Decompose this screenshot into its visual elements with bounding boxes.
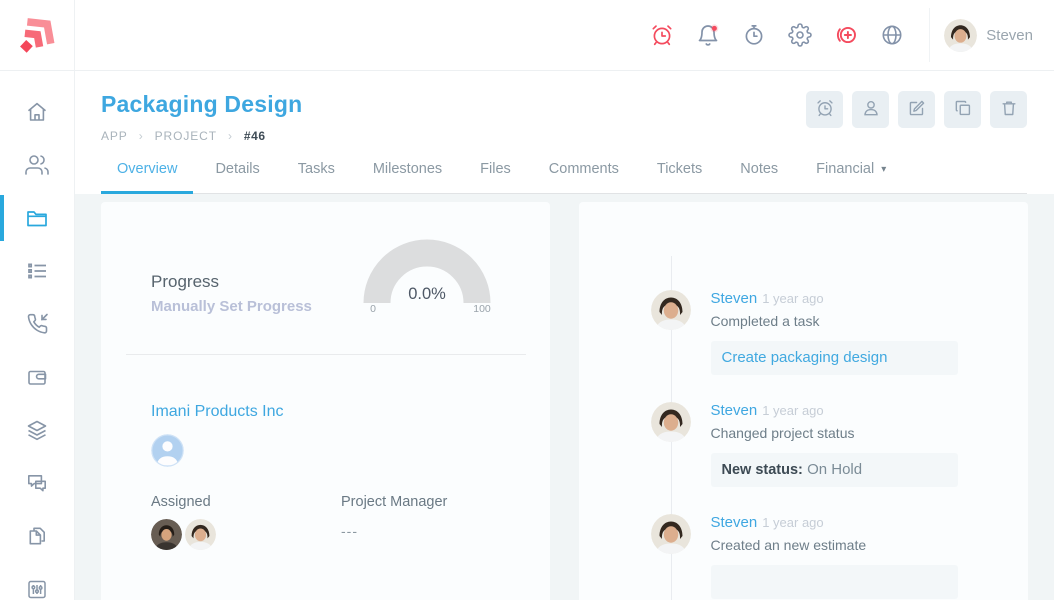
app-logo-icon[interactable]	[13, 11, 61, 59]
settings-gear-icon[interactable]	[788, 23, 813, 47]
client-name-link[interactable]: Imani Products Inc	[151, 403, 500, 421]
header-actions: Steven	[628, 0, 1054, 70]
progress-gauge: 0.0% 0 100	[363, 239, 491, 313]
gauge-min-label: 0	[370, 303, 376, 313]
timeline-user-link[interactable]: Steven	[711, 402, 758, 419]
timeline-timestamp: 1 year ago	[762, 291, 824, 306]
main-content: Packaging Design APP › PROJECT › #46 Ove…	[75, 71, 1054, 600]
timeline-task-link[interactable]: Create packaging design	[710, 341, 958, 375]
header-divider	[0, 70, 1054, 71]
project-manager-label: Project Manager	[341, 494, 448, 510]
overview-cards: Progress Manually Set Progress 0.0% 0 10…	[75, 194, 1054, 600]
alarm-clock-icon[interactable]	[650, 23, 674, 47]
timeline-entry: Steven 1 year ago Created an new estimate	[579, 514, 1029, 600]
project-manager-value: ---	[341, 523, 358, 539]
timeline-detail-box	[710, 565, 958, 599]
activity-timeline: Steven 1 year ago Completed a task Create…	[579, 202, 1029, 600]
sidebar	[0, 0, 75, 600]
tab-milestones[interactable]: Milestones	[357, 161, 458, 194]
project-tabs: Overview Details Tasks Milestones Files …	[101, 161, 1027, 194]
tab-financial[interactable]: Financial ▾	[800, 161, 902, 194]
trash-icon	[999, 98, 1019, 121]
sidebar-item-payments[interactable]	[0, 365, 73, 389]
gauge-value-label: 0.0%	[408, 285, 446, 303]
tab-notes[interactable]: Notes	[724, 161, 794, 194]
header-separator	[929, 8, 931, 62]
time-tracker-icon[interactable]	[742, 23, 766, 47]
breadcrumb-separator: ›	[138, 129, 144, 143]
assigned-avatars	[151, 519, 341, 550]
timeline-action: Completed a task	[710, 313, 820, 329]
sidebar-item-documents[interactable]	[0, 524, 73, 548]
page-header: Packaging Design APP › PROJECT › #46 Ove…	[75, 71, 1054, 194]
edit-button[interactable]	[898, 91, 935, 128]
sidebar-item-tasks[interactable]	[0, 259, 73, 283]
copy-icon	[953, 98, 973, 121]
quick-add-icon[interactable]	[834, 23, 858, 47]
edit-pencil-icon	[907, 98, 927, 121]
assigned-label: Assigned	[151, 494, 211, 510]
page-title: Packaging Design	[101, 91, 303, 117]
app-window: Steven Packaging Design APP › PROJECT › …	[0, 0, 1054, 600]
assigned-user-avatar[interactable]	[151, 519, 182, 550]
tab-tasks[interactable]: Tasks	[282, 161, 351, 194]
breadcrumb-current: #46	[243, 129, 266, 143]
timeline-action: Created an new estimate	[710, 537, 867, 553]
sidebar-item-layers[interactable]	[0, 418, 73, 442]
breadcrumb-app[interactable]: APP	[101, 129, 128, 143]
sidebar-item-projects[interactable]	[0, 195, 73, 241]
notifications-bell-icon[interactable]	[696, 23, 720, 47]
duplicate-button[interactable]	[944, 91, 981, 128]
assign-user-button[interactable]	[852, 91, 889, 128]
progress-title: Progress	[151, 272, 220, 291]
language-globe-icon[interactable]	[880, 23, 904, 47]
breadcrumb-project[interactable]: PROJECT	[155, 129, 217, 143]
activity-card: Steven 1 year ago Completed a task Create…	[578, 202, 1029, 600]
tab-comments[interactable]: Comments	[533, 161, 635, 194]
timeline-action: Changed project status	[710, 425, 855, 441]
timeline-entry: Steven 1 year ago Completed a task Create…	[579, 290, 1029, 378]
sidebar-nav	[0, 100, 73, 600]
timeline-status-box: New status: On Hold	[710, 453, 958, 487]
user-avatar[interactable]	[651, 514, 691, 554]
gauge-max-label: 100	[473, 303, 491, 313]
header-user-name[interactable]: Steven	[986, 27, 1033, 44]
timeline-timestamp: 1 year ago	[762, 515, 824, 530]
user-avatar[interactable]	[651, 402, 691, 442]
progress-subtitle: Manually Set Progress	[151, 298, 312, 315]
user-avatar[interactable]	[944, 19, 977, 52]
sidebar-item-settings-sliders[interactable]	[0, 577, 73, 600]
tab-files[interactable]: Files	[464, 161, 527, 194]
timeline-user-link[interactable]: Steven	[711, 514, 758, 531]
page-action-buttons	[806, 91, 1027, 128]
tab-overview[interactable]: Overview	[101, 161, 194, 194]
breadcrumb-separator: ›	[227, 129, 233, 143]
timeline-timestamp: 1 year ago	[762, 403, 824, 418]
tab-details[interactable]: Details	[199, 161, 275, 194]
timeline-user-link[interactable]: Steven	[711, 290, 758, 307]
progress-card: Progress Manually Set Progress 0.0% 0 10…	[101, 202, 550, 600]
chevron-down-icon: ▾	[881, 163, 887, 175]
status-value: On Hold	[807, 461, 863, 478]
sidebar-item-home[interactable]	[0, 100, 73, 124]
timeline-entry: Steven 1 year ago Changed project status …	[579, 402, 1029, 490]
assigned-user-avatar[interactable]	[185, 519, 216, 550]
status-label: New status:	[721, 462, 803, 478]
sidebar-item-contacts[interactable]	[0, 153, 73, 177]
alarm-clock-icon	[815, 98, 835, 121]
breadcrumb: APP › PROJECT › #46	[101, 129, 302, 143]
delete-button[interactable]	[990, 91, 1027, 128]
user-icon	[861, 98, 881, 121]
tab-tickets[interactable]: Tickets	[641, 161, 718, 194]
sidebar-item-calls[interactable]	[0, 312, 73, 336]
reminder-button[interactable]	[806, 91, 843, 128]
sidebar-item-messages[interactable]	[0, 471, 73, 495]
client-avatar[interactable]	[151, 434, 184, 467]
user-avatar[interactable]	[651, 290, 691, 330]
